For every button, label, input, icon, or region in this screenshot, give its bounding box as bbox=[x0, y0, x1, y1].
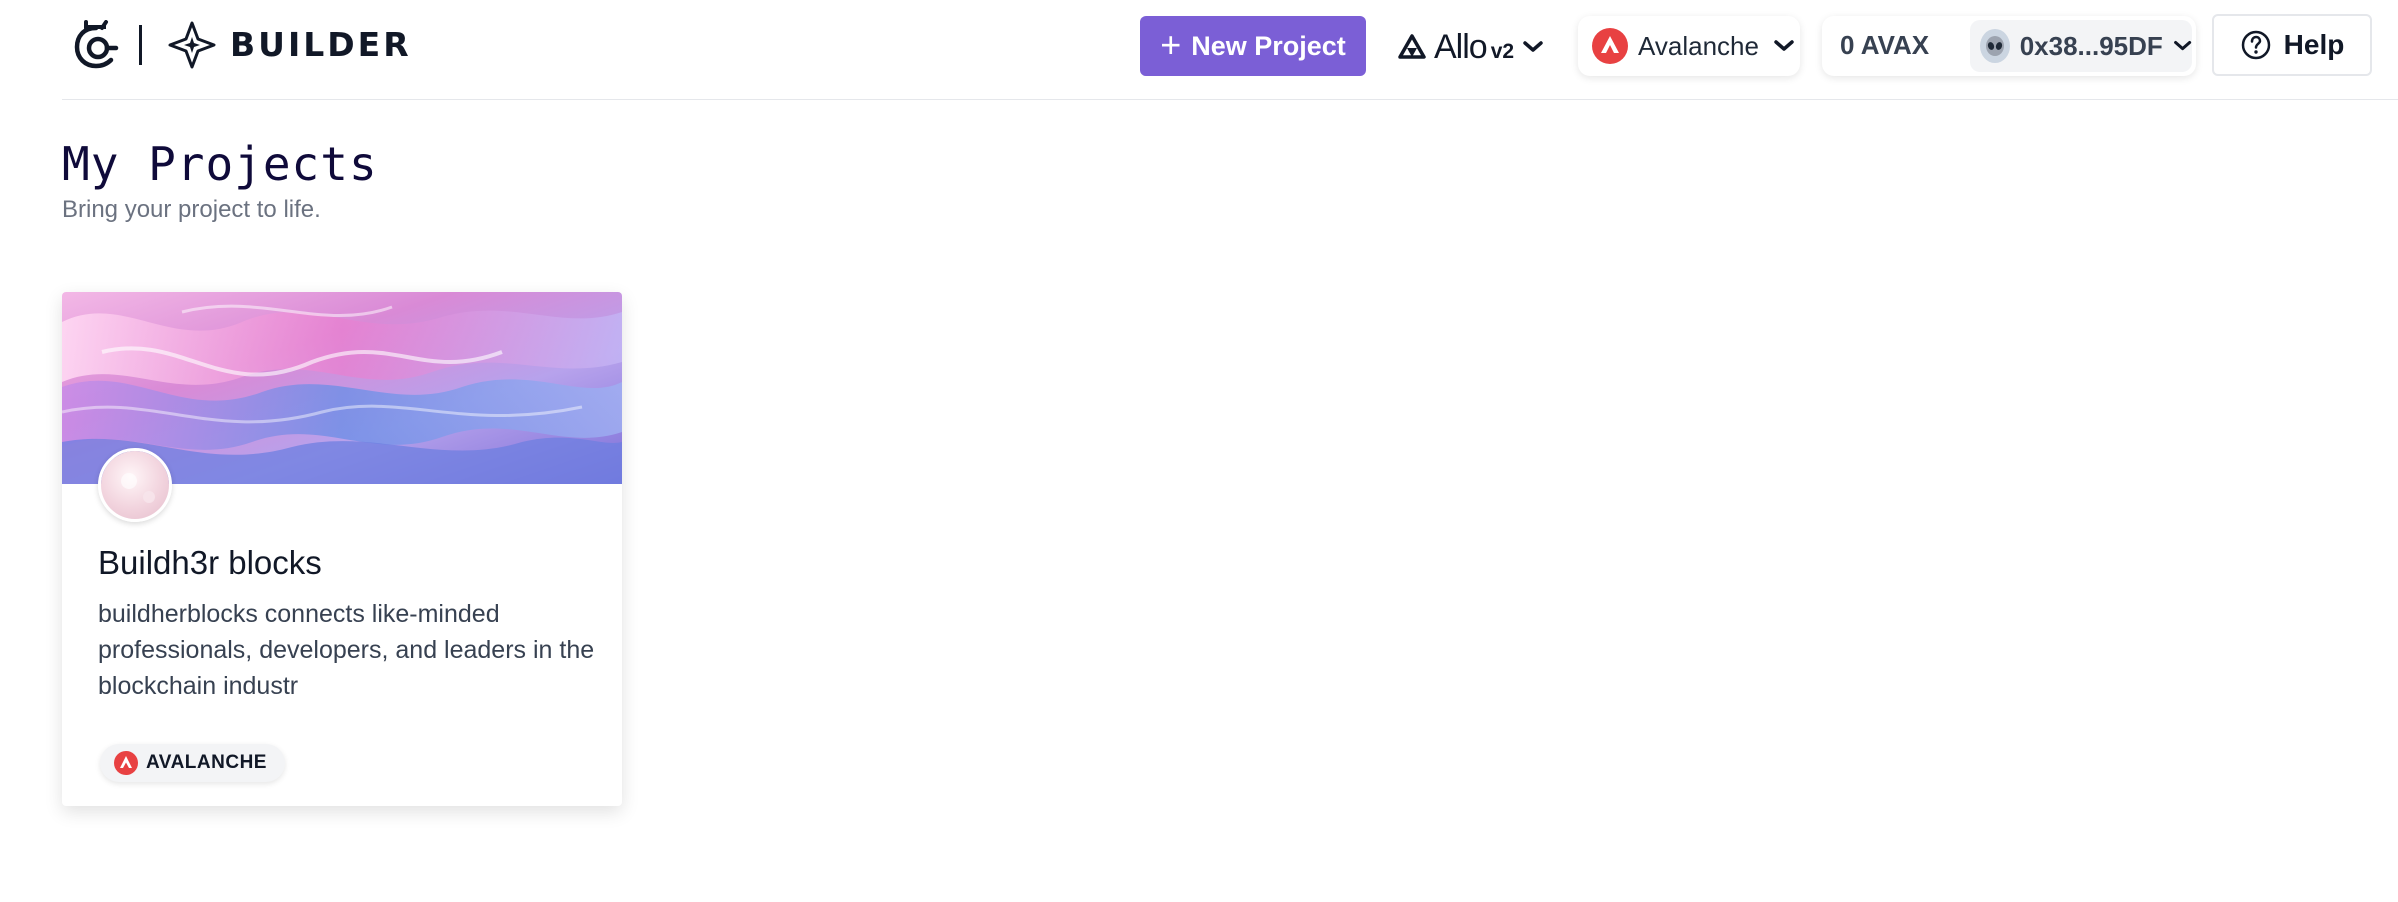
project-description: buildherblocks connects like-minded prof… bbox=[98, 600, 595, 700]
alien-icon bbox=[1980, 29, 2010, 63]
project-chain-badge-label: AVALANCHE bbox=[146, 752, 267, 773]
avalanche-icon bbox=[1592, 28, 1628, 64]
chain-name: Avalanche bbox=[1638, 30, 1759, 61]
help-button[interactable]: Help bbox=[2212, 14, 2372, 76]
new-project-label: New Project bbox=[1191, 30, 1346, 61]
project-card[interactable]: Buildh3r blocks buildherblocks connects … bbox=[62, 292, 622, 806]
protocol-version: v2 bbox=[1490, 40, 1515, 63]
wallet-balance: 0 AVAX bbox=[1840, 30, 1930, 60]
protocol-version-selector[interactable]: Allo v2 bbox=[1398, 22, 1544, 72]
chevron-down-icon bbox=[1523, 41, 1543, 52]
help-circle-icon bbox=[2241, 30, 2270, 60]
wallet-address: 0x38...95DF bbox=[2019, 30, 2163, 61]
builder-wordmark[interactable]: BUILDER bbox=[230, 27, 412, 63]
help-label: Help bbox=[2283, 29, 2345, 60]
wallet-account-button[interactable]: 0 AVAX 0x38...95DF bbox=[1822, 16, 2196, 76]
gitcoin-logo-icon[interactable] bbox=[72, 20, 120, 70]
chevron-down-icon bbox=[1774, 40, 1794, 51]
top-navbar: BUILDER + New Project Allo v2 Avalanche … bbox=[62, 0, 2398, 100]
logo-divider bbox=[139, 25, 142, 65]
wallet-address-box[interactable]: 0x38...95DF bbox=[1970, 20, 2192, 72]
builder-sparkle-icon bbox=[168, 21, 216, 69]
plus-icon: + bbox=[1160, 23, 1182, 65]
protocol-name: Allo bbox=[1434, 27, 1488, 66]
allo-logo-icon bbox=[1398, 34, 1426, 59]
chain-selector[interactable]: Avalanche bbox=[1578, 16, 1800, 76]
avalanche-icon bbox=[114, 751, 138, 775]
page-subtitle: Bring your project to life. bbox=[62, 196, 321, 223]
chevron-down-icon bbox=[2173, 40, 2191, 51]
project-chain-badge: AVALANCHE bbox=[100, 744, 285, 782]
page-title: My Projects bbox=[62, 137, 378, 191]
new-project-button[interactable]: + New Project bbox=[1140, 16, 1366, 76]
project-logo-avatar bbox=[98, 448, 172, 522]
project-title: Buildh3r blocks bbox=[98, 544, 322, 581]
